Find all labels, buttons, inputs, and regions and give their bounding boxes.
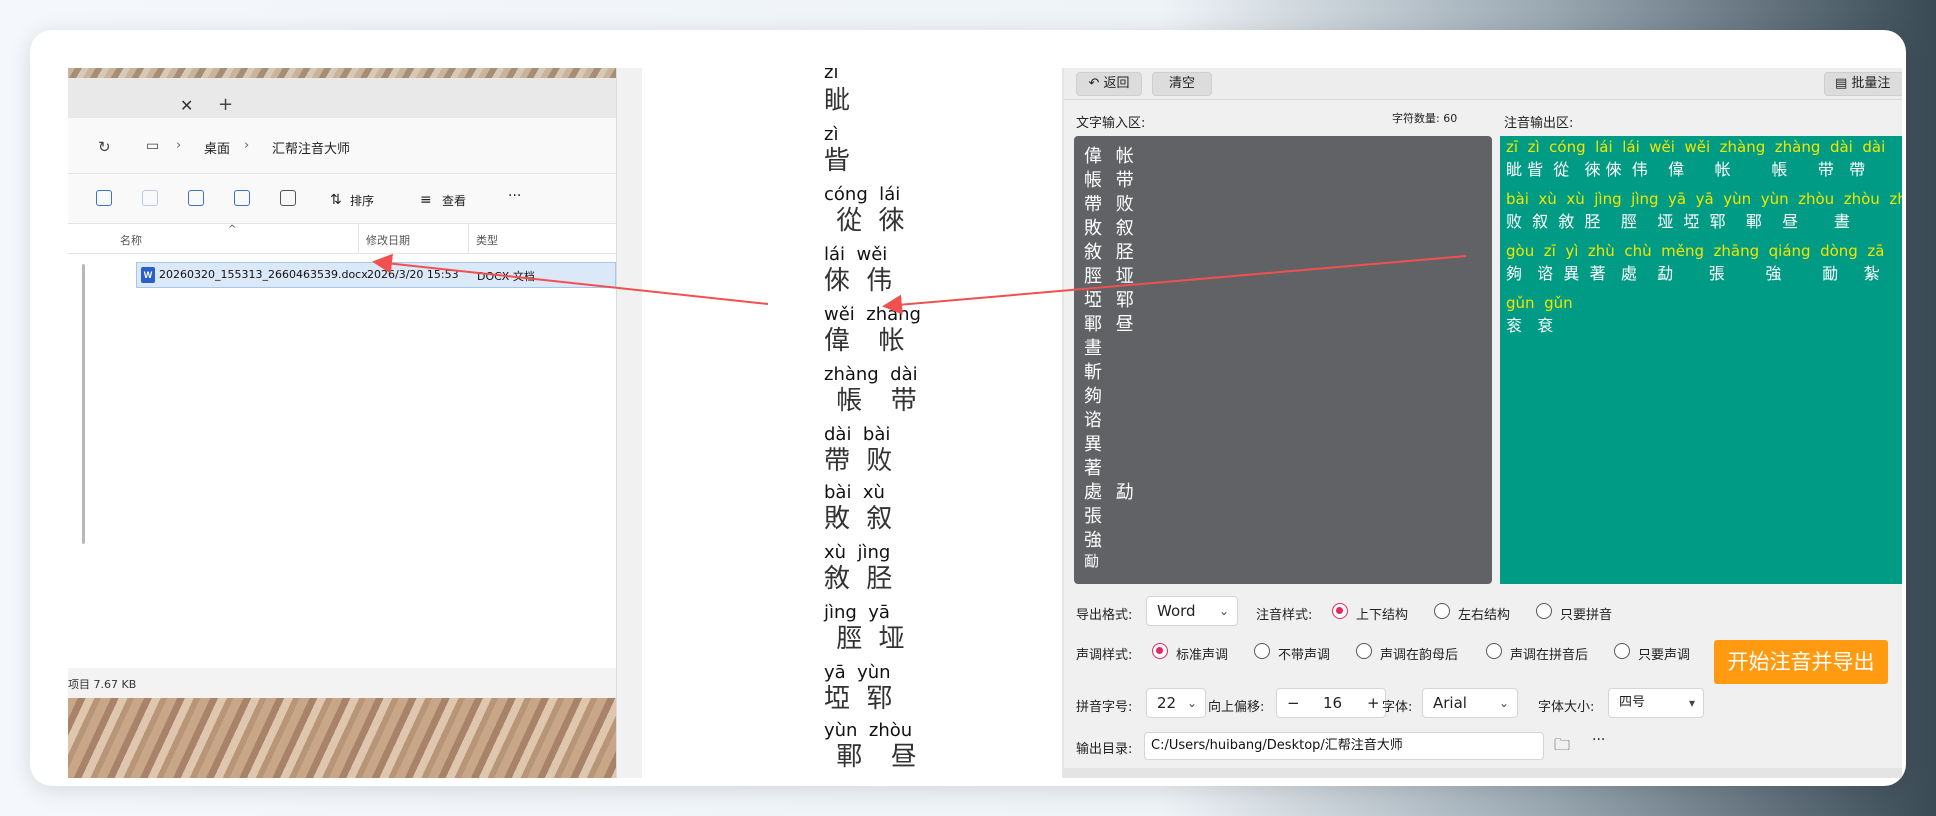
annotation-arrows [372,253,1467,315]
screenshot-card: ✕ + ↻ ▭ › 桌面 › 汇帮注音大师 ⇅ 排序 ≡ 查看 ··· 名称 ^ [30,30,1906,786]
arrow-output-to-doc [882,255,1467,315]
arrow-doc-to-file [372,253,769,305]
